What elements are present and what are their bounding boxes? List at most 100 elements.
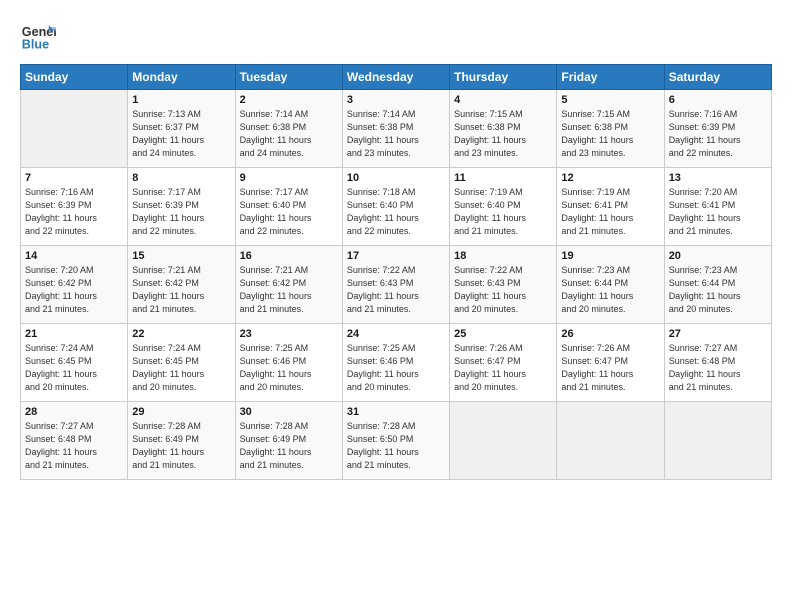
day-number: 31 — [347, 406, 445, 418]
calendar-cell: 1 Sunrise: 7:13 AM Sunset: 6:37 PM Daylig… — [128, 90, 235, 168]
page-header: General Blue — [20, 18, 772, 54]
calendar-week-1: 1 Sunrise: 7:13 AM Sunset: 6:37 PM Daylig… — [21, 90, 772, 168]
day-detail: Sunrise: 7:16 AM Sunset: 6:39 PM Dayligh… — [25, 186, 123, 238]
calendar-cell: 15 Sunrise: 7:21 AM Sunset: 6:42 PM Dayli… — [128, 246, 235, 324]
day-detail: Sunrise: 7:25 AM Sunset: 6:46 PM Dayligh… — [240, 342, 338, 394]
day-number: 3 — [347, 94, 445, 106]
logo: General Blue — [20, 18, 56, 54]
calendar-cell: 10Sunrise: 7:18 AM Sunset: 6:40 PM Dayli… — [342, 168, 449, 246]
calendar-cell: 9Sunrise: 7:17 AM Sunset: 6:40 PM Daylig… — [235, 168, 342, 246]
calendar-week-2: 7 Sunrise: 7:16 AM Sunset: 6:39 PM Daylig… — [21, 168, 772, 246]
day-detail: Sunrise: 7:14 AM Sunset: 6:38 PM Dayligh… — [347, 108, 445, 160]
calendar-cell: 5 Sunrise: 7:15 AM Sunset: 6:38 PM Daylig… — [557, 90, 664, 168]
day-number: 7 — [25, 172, 123, 184]
calendar-cell: 20 Sunrise: 7:23 AM Sunset: 6:44 PM Dayli… — [664, 246, 771, 324]
calendar-cell: 4 Sunrise: 7:15 AM Sunset: 6:38 PM Daylig… — [450, 90, 557, 168]
day-number: 18 — [454, 250, 552, 262]
day-number: 28 — [25, 406, 123, 418]
day-detail: Sunrise: 7:18 AM Sunset: 6:40 PM Dayligh… — [347, 186, 445, 238]
calendar-cell: 28 Sunrise: 7:27 AM Sunset: 6:48 PM Dayli… — [21, 402, 128, 480]
calendar-cell: 13 Sunrise: 7:20 AM Sunset: 6:41 PM Dayli… — [664, 168, 771, 246]
calendar-cell: 14Sunrise: 7:20 AM Sunset: 6:42 PM Dayli… — [21, 246, 128, 324]
day-detail: Sunrise: 7:15 AM Sunset: 6:38 PM Dayligh… — [561, 108, 659, 160]
day-number: 17 — [347, 250, 445, 262]
day-header-friday: Friday — [557, 65, 664, 90]
day-number: 4 — [454, 94, 552, 106]
day-detail: Sunrise: 7:19 AM Sunset: 6:40 PM Dayligh… — [454, 186, 552, 238]
day-header-saturday: Saturday — [664, 65, 771, 90]
calendar-cell: 21Sunrise: 7:24 AM Sunset: 6:45 PM Dayli… — [21, 324, 128, 402]
calendar-week-3: 14Sunrise: 7:20 AM Sunset: 6:42 PM Dayli… — [21, 246, 772, 324]
day-number: 26 — [561, 328, 659, 340]
day-detail: Sunrise: 7:21 AM Sunset: 6:42 PM Dayligh… — [132, 264, 230, 316]
day-number: 29 — [132, 406, 230, 418]
day-header-thursday: Thursday — [450, 65, 557, 90]
day-number: 13 — [669, 172, 767, 184]
day-number: 22 — [132, 328, 230, 340]
calendar-cell: 27 Sunrise: 7:27 AM Sunset: 6:48 PM Dayli… — [664, 324, 771, 402]
day-number: 27 — [669, 328, 767, 340]
day-number: 8 — [132, 172, 230, 184]
calendar-table: SundayMondayTuesdayWednesdayThursdayFrid… — [20, 64, 772, 480]
calendar-cell: 19Sunrise: 7:23 AM Sunset: 6:44 PM Dayli… — [557, 246, 664, 324]
calendar-cell: 16 Sunrise: 7:21 AM Sunset: 6:42 PM Dayli… — [235, 246, 342, 324]
day-detail: Sunrise: 7:25 AM Sunset: 6:46 PM Dayligh… — [347, 342, 445, 394]
calendar-cell: 2 Sunrise: 7:14 AM Sunset: 6:38 PM Daylig… — [235, 90, 342, 168]
calendar-cell — [557, 402, 664, 480]
day-number: 9 — [240, 172, 338, 184]
day-detail: Sunrise: 7:16 AM Sunset: 6:39 PM Dayligh… — [669, 108, 767, 160]
calendar-cell: 8Sunrise: 7:17 AM Sunset: 6:39 PM Daylig… — [128, 168, 235, 246]
day-header-wednesday: Wednesday — [342, 65, 449, 90]
calendar-cell: 18 Sunrise: 7:22 AM Sunset: 6:43 PM Dayli… — [450, 246, 557, 324]
day-detail: Sunrise: 7:22 AM Sunset: 6:43 PM Dayligh… — [347, 264, 445, 316]
calendar-cell: 23Sunrise: 7:25 AM Sunset: 6:46 PM Dayli… — [235, 324, 342, 402]
day-detail: Sunrise: 7:20 AM Sunset: 6:41 PM Dayligh… — [669, 186, 767, 238]
calendar-cell: 7 Sunrise: 7:16 AM Sunset: 6:39 PM Daylig… — [21, 168, 128, 246]
day-number: 16 — [240, 250, 338, 262]
day-number: 15 — [132, 250, 230, 262]
calendar-cell: 31 Sunrise: 7:28 AM Sunset: 6:50 PM Dayli… — [342, 402, 449, 480]
day-number: 11 — [454, 172, 552, 184]
day-header-monday: Monday — [128, 65, 235, 90]
svg-text:Blue: Blue — [22, 38, 49, 52]
day-header-sunday: Sunday — [21, 65, 128, 90]
day-number: 25 — [454, 328, 552, 340]
day-detail: Sunrise: 7:28 AM Sunset: 6:50 PM Dayligh… — [347, 420, 445, 472]
calendar-week-5: 28 Sunrise: 7:27 AM Sunset: 6:48 PM Dayli… — [21, 402, 772, 480]
calendar-cell: 22 Sunrise: 7:24 AM Sunset: 6:45 PM Dayli… — [128, 324, 235, 402]
day-number: 6 — [669, 94, 767, 106]
day-detail: Sunrise: 7:26 AM Sunset: 6:47 PM Dayligh… — [454, 342, 552, 394]
day-detail: Sunrise: 7:20 AM Sunset: 6:42 PM Dayligh… — [25, 264, 123, 316]
day-detail: Sunrise: 7:27 AM Sunset: 6:48 PM Dayligh… — [25, 420, 123, 472]
day-detail: Sunrise: 7:23 AM Sunset: 6:44 PM Dayligh… — [561, 264, 659, 316]
calendar-cell — [664, 402, 771, 480]
day-detail: Sunrise: 7:14 AM Sunset: 6:38 PM Dayligh… — [240, 108, 338, 160]
day-detail: Sunrise: 7:27 AM Sunset: 6:48 PM Dayligh… — [669, 342, 767, 394]
calendar-header-row: SundayMondayTuesdayWednesdayThursdayFrid… — [21, 65, 772, 90]
calendar-cell: 30Sunrise: 7:28 AM Sunset: 6:49 PM Dayli… — [235, 402, 342, 480]
calendar-week-4: 21Sunrise: 7:24 AM Sunset: 6:45 PM Dayli… — [21, 324, 772, 402]
day-detail: Sunrise: 7:24 AM Sunset: 6:45 PM Dayligh… — [132, 342, 230, 394]
day-detail: Sunrise: 7:15 AM Sunset: 6:38 PM Dayligh… — [454, 108, 552, 160]
day-number: 1 — [132, 94, 230, 106]
calendar-cell: 29 Sunrise: 7:28 AM Sunset: 6:49 PM Dayli… — [128, 402, 235, 480]
day-number: 12 — [561, 172, 659, 184]
calendar-cell: 3 Sunrise: 7:14 AM Sunset: 6:38 PM Daylig… — [342, 90, 449, 168]
calendar-cell — [450, 402, 557, 480]
day-number: 5 — [561, 94, 659, 106]
day-number: 20 — [669, 250, 767, 262]
day-detail: Sunrise: 7:23 AM Sunset: 6:44 PM Dayligh… — [669, 264, 767, 316]
day-detail: Sunrise: 7:21 AM Sunset: 6:42 PM Dayligh… — [240, 264, 338, 316]
calendar-cell: 6 Sunrise: 7:16 AM Sunset: 6:39 PM Daylig… — [664, 90, 771, 168]
calendar-cell: 12Sunrise: 7:19 AM Sunset: 6:41 PM Dayli… — [557, 168, 664, 246]
day-detail: Sunrise: 7:28 AM Sunset: 6:49 PM Dayligh… — [132, 420, 230, 472]
day-number: 2 — [240, 94, 338, 106]
day-number: 24 — [347, 328, 445, 340]
calendar-cell: 25 Sunrise: 7:26 AM Sunset: 6:47 PM Dayli… — [450, 324, 557, 402]
calendar-body: 1 Sunrise: 7:13 AM Sunset: 6:37 PM Daylig… — [21, 90, 772, 480]
day-detail: Sunrise: 7:22 AM Sunset: 6:43 PM Dayligh… — [454, 264, 552, 316]
day-detail: Sunrise: 7:13 AM Sunset: 6:37 PM Dayligh… — [132, 108, 230, 160]
day-header-tuesday: Tuesday — [235, 65, 342, 90]
calendar-cell — [21, 90, 128, 168]
logo-icon: General Blue — [20, 18, 56, 54]
